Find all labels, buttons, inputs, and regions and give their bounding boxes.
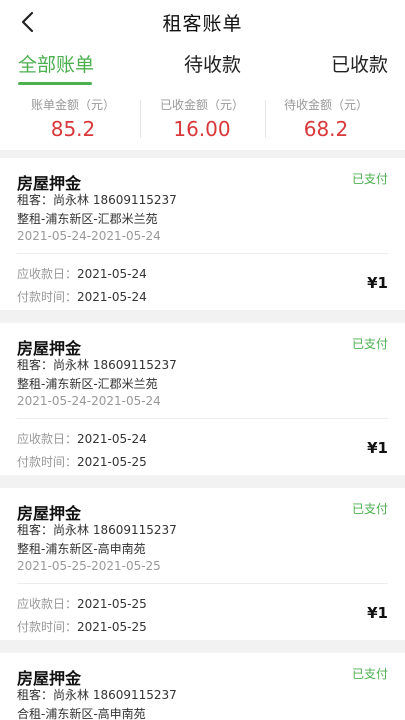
summary-pending: 待收金额（元） 68.2 bbox=[271, 96, 381, 141]
summary-label: 账单金额（元） bbox=[30, 98, 115, 112]
back-button[interactable] bbox=[14, 8, 40, 36]
divider bbox=[140, 100, 141, 138]
status-badge: 已支付 bbox=[351, 172, 388, 186]
property-info: 整租-浦东新区-高申南苑 bbox=[17, 542, 146, 556]
tenant-info: 租客：尚永林 18609115237 bbox=[17, 523, 177, 537]
tenant-info: 租客：尚永林 18609115237 bbox=[17, 193, 177, 207]
tab-received[interactable]: 已收款 bbox=[331, 50, 388, 77]
rental-period: 2021-05-24-2021-05-24 bbox=[17, 394, 161, 408]
app-header: 租客账单 bbox=[0, 0, 405, 44]
paid-time-value: 2021-05-25 bbox=[77, 455, 147, 469]
status-badge: 已支付 bbox=[351, 667, 388, 681]
summary-total: 账单金额（元） 85.2 bbox=[18, 96, 128, 141]
due-date-label: 应收款日： bbox=[17, 432, 78, 446]
due-date-value: 2021-05-24 bbox=[77, 432, 147, 446]
due-date-label: 应收款日： bbox=[17, 597, 78, 611]
bill-card[interactable]: 房屋押金 已支付 租客：尚永林 18609115237 整租-浦东新区-汇郡米兰… bbox=[0, 158, 405, 310]
due-date-row: 应收款日：2021-05-25 bbox=[17, 595, 147, 612]
property-info: 整租-浦东新区-汇郡米兰苑 bbox=[17, 377, 158, 391]
divider bbox=[17, 583, 388, 584]
due-date-label: 应收款日： bbox=[17, 267, 78, 281]
paid-time-row: 付款时间：2021-05-25 bbox=[17, 453, 147, 470]
chevron-left-icon bbox=[21, 11, 34, 33]
bill-amount: ¥1 bbox=[367, 439, 388, 457]
tab-pending[interactable]: 待收款 bbox=[184, 50, 241, 77]
status-badge: 已支付 bbox=[351, 502, 388, 516]
summary-value: 68.2 bbox=[303, 117, 349, 141]
summary-value: 85.2 bbox=[50, 117, 96, 141]
property-info: 整租-浦东新区-汇郡米兰苑 bbox=[17, 212, 158, 226]
tenant-info: 租客：尚永林 18609115237 bbox=[17, 358, 177, 372]
tenant-info: 租客：尚永林 18609115237 bbox=[17, 688, 177, 702]
bill-card[interactable]: 房屋押金 已支付 租客：尚永林 18609115237 合租-浦东新区-高申南苑 bbox=[0, 653, 405, 720]
rental-period: 2021-05-25-2021-05-25 bbox=[17, 559, 161, 573]
bill-amount: ¥1 bbox=[367, 274, 388, 292]
bill-tabs: 全部账单 待收款 已收款 bbox=[0, 44, 405, 86]
paid-time-row: 付款时间：2021-05-24 bbox=[17, 288, 147, 305]
rental-period: 2021-05-24-2021-05-24 bbox=[17, 229, 161, 243]
page-title: 租客账单 bbox=[162, 12, 243, 35]
paid-time-value: 2021-05-24 bbox=[77, 290, 147, 304]
summary-value: 16.00 bbox=[173, 117, 231, 141]
due-date-value: 2021-05-24 bbox=[77, 267, 147, 281]
paid-time-label: 付款时间： bbox=[17, 290, 78, 304]
summary-label: 已收金额（元） bbox=[159, 98, 244, 112]
due-date-value: 2021-05-25 bbox=[77, 597, 147, 611]
due-date-row: 应收款日：2021-05-24 bbox=[17, 430, 147, 447]
bill-summary: 账单金额（元） 85.2 已收金额（元） 16.00 待收金额（元） 68.2 bbox=[0, 86, 405, 150]
paid-time-label: 付款时间： bbox=[17, 620, 78, 634]
property-info: 合租-浦东新区-高申南苑 bbox=[17, 707, 146, 720]
paid-time-value: 2021-05-25 bbox=[77, 620, 147, 634]
divider bbox=[265, 100, 266, 138]
active-tab-indicator bbox=[18, 82, 92, 85]
summary-label: 待收金额（元） bbox=[283, 98, 368, 112]
paid-time-row: 付款时间：2021-05-25 bbox=[17, 618, 147, 635]
due-date-row: 应收款日：2021-05-24 bbox=[17, 265, 147, 282]
summary-received: 已收金额（元） 16.00 bbox=[147, 96, 257, 141]
paid-time-label: 付款时间： bbox=[17, 455, 78, 469]
divider bbox=[17, 418, 388, 419]
bill-card[interactable]: 房屋押金 已支付 租客：尚永林 18609115237 整租-浦东新区-汇郡米兰… bbox=[0, 323, 405, 475]
status-badge: 已支付 bbox=[351, 337, 388, 351]
bill-amount: ¥1 bbox=[367, 604, 388, 622]
bill-card[interactable]: 房屋押金 已支付 租客：尚永林 18609115237 整租-浦东新区-高申南苑… bbox=[0, 488, 405, 640]
tab-all-bills[interactable]: 全部账单 bbox=[18, 50, 94, 77]
divider bbox=[17, 253, 388, 254]
